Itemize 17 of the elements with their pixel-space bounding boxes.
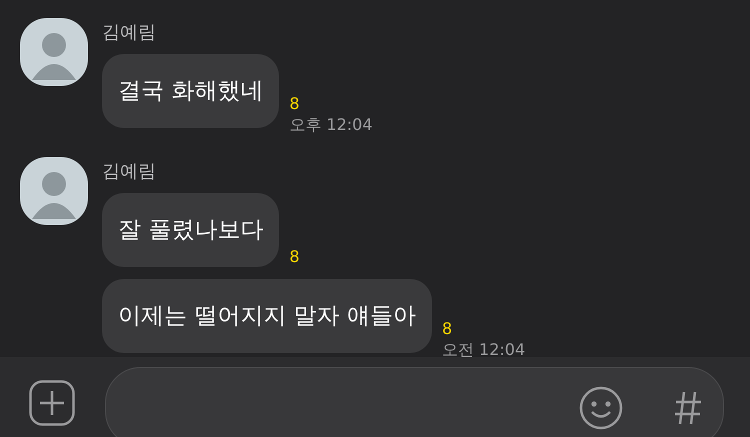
message-field[interactable] — [105, 367, 724, 437]
unread-count: 8 — [289, 94, 300, 114]
sender-name: 김예림 — [102, 21, 157, 45]
plus-icon — [29, 380, 75, 426]
message-bubble: 결국 화해했네 — [102, 54, 280, 128]
add-button[interactable] — [29, 380, 75, 426]
smiley-icon — [579, 386, 623, 430]
unread-count: 8 — [442, 319, 454, 339]
message-time: 오후 12:04 — [289, 114, 373, 136]
avatar-icon[interactable] — [20, 157, 88, 225]
unread-count: 8 — [289, 247, 300, 267]
message-time: 오전 12:04 — [442, 339, 526, 361]
message-bubble: 이제는 떨어지지 말자 얘들아 — [102, 279, 432, 353]
message-bubble: 잘 풀렸나보다 — [102, 193, 280, 267]
avatar-icon[interactable] — [20, 18, 88, 86]
hash-icon — [673, 389, 703, 427]
sender-name: 김예림 — [102, 160, 157, 184]
